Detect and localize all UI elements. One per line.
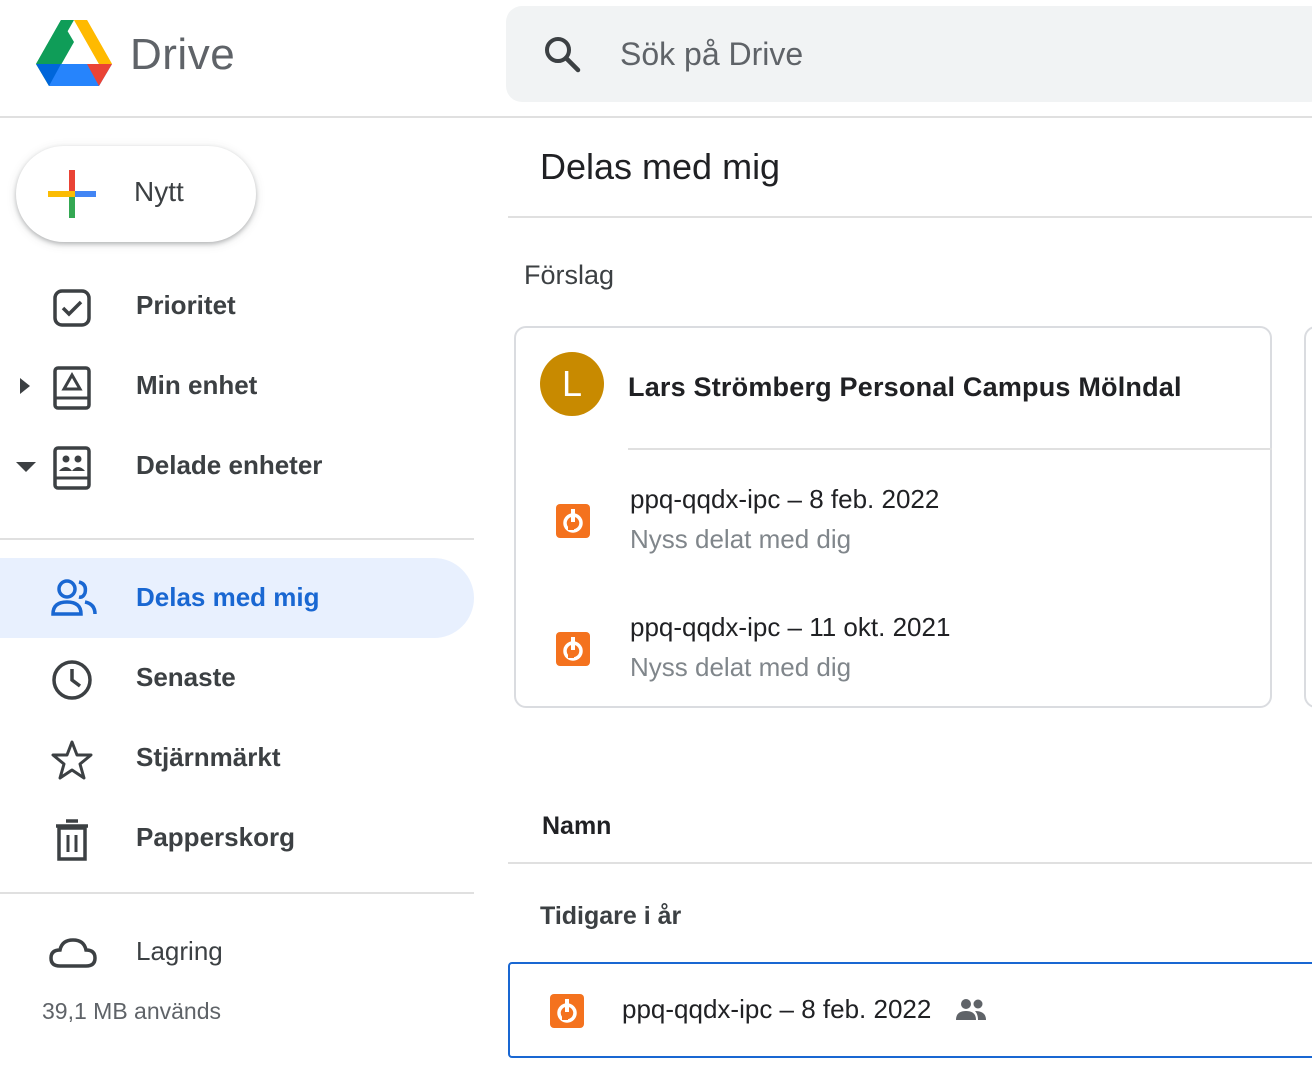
storage-usage-text: 39,1 MB används <box>42 998 222 1024</box>
card-divider <box>628 448 1272 450</box>
sidebar-item-priority[interactable]: Prioritet <box>0 266 474 346</box>
card-owner-name: Lars Strömberg Personal Campus Mölndal <box>628 372 1182 402</box>
priority-check-icon <box>50 286 94 330</box>
trash-icon <box>50 818 94 862</box>
next-suggestion-card[interactable] <box>1304 326 1312 708</box>
clock-icon <box>50 658 94 702</box>
file-type-icon <box>556 632 590 671</box>
app-name: Drive <box>130 30 236 79</box>
sidebar-item-shared-with-me[interactable]: Delas med mig <box>0 558 474 638</box>
sidebar-item-trash[interactable]: Papperskorg <box>0 798 474 878</box>
suggestions-label: Förslag <box>524 260 615 290</box>
title-divider <box>508 216 1312 218</box>
sidebar-item-label: Delas med mig <box>136 582 320 612</box>
file-type-icon <box>550 994 584 1033</box>
group-label: Tidigare i år <box>540 902 682 930</box>
sidebar-item-label: Min enhet <box>136 370 258 400</box>
avatar: L <box>540 352 604 416</box>
table-row[interactable]: ppq-qqdx-ipc – 8 feb. 2022 <box>508 962 1312 1058</box>
page-title: Delas med mig <box>540 146 781 187</box>
sidebar-divider <box>0 892 474 894</box>
sidebar-item-starred[interactable]: Stjärnmärkt <box>0 718 474 798</box>
my-drive-icon <box>50 366 94 410</box>
people-icon <box>50 576 97 620</box>
file-name: ppq-qqdx-ipc – 8 feb. 2022 <box>630 484 940 514</box>
sidebar-divider <box>0 538 474 540</box>
star-icon <box>50 738 94 782</box>
sidebar-item-label: Delade enheter <box>136 450 323 480</box>
file-subtitle: Nyss delat med dig <box>630 652 852 682</box>
main-content: Delas med mig Förslag L Lars Strömberg P… <box>508 118 1312 1080</box>
drive-logo-icon[interactable] <box>36 20 112 91</box>
search-input[interactable] <box>620 32 1220 76</box>
top-bar: Drive <box>0 0 1312 118</box>
sidebar-item-storage[interactable]: Lagring <box>0 912 474 992</box>
sidebar-item-shared-drives[interactable]: Delade enheter <box>0 426 474 506</box>
suggestion-file[interactable]: ppq-qqdx-ipc – 8 feb. 2022 Nyss delat me… <box>516 482 1270 572</box>
sidebar: Nytt Prioritet Min enhet Delade enheter … <box>0 118 480 1080</box>
new-button-label: Nytt <box>134 176 184 207</box>
sidebar-item-recent[interactable]: Senaste <box>0 638 474 718</box>
column-header-name[interactable]: Namn <box>542 812 611 841</box>
caret-down-icon[interactable] <box>14 458 38 483</box>
header-divider <box>508 862 1312 864</box>
new-button[interactable]: Nytt <box>16 146 256 242</box>
shared-people-icon <box>954 998 988 1027</box>
sidebar-item-label: Stjärnmärkt <box>136 742 281 772</box>
sidebar-item-label: Papperskorg <box>136 822 295 852</box>
file-type-icon <box>556 504 590 543</box>
suggestion-file[interactable]: ppq-qqdx-ipc – 11 okt. 2021 Nyss delat m… <box>516 610 1270 700</box>
file-name: ppq-qqdx-ipc – 11 okt. 2021 <box>630 612 951 642</box>
file-name: ppq-qqdx-ipc – 8 feb. 2022 <box>622 994 932 1024</box>
sidebar-item-label: Senaste <box>136 662 236 692</box>
sidebar-item-label: Prioritet <box>136 290 236 320</box>
cloud-icon <box>48 932 98 976</box>
caret-right-icon[interactable] <box>14 374 34 403</box>
sidebar-item-my-drive[interactable]: Min enhet <box>0 346 474 426</box>
suggestion-card[interactable]: L Lars Strömberg Personal Campus Mölndal… <box>514 326 1272 708</box>
sidebar-item-label: Lagring <box>136 936 223 966</box>
shared-drives-icon <box>50 446 94 490</box>
search-bar[interactable] <box>506 6 1312 102</box>
search-icon[interactable] <box>542 34 582 79</box>
file-subtitle: Nyss delat med dig <box>630 524 852 554</box>
plus-icon <box>48 170 96 223</box>
